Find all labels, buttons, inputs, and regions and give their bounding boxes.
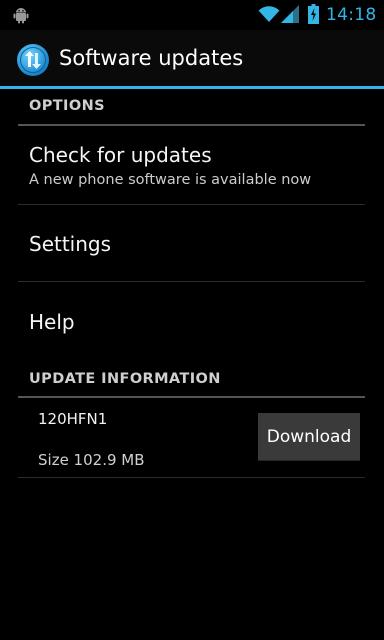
- help-item[interactable]: Help: [0, 282, 384, 362]
- settings-item[interactable]: Settings: [0, 205, 384, 281]
- check-for-updates-item[interactable]: Check for updates A new phone software i…: [0, 126, 384, 204]
- check-for-updates-title: Check for updates: [29, 143, 212, 167]
- help-title: Help: [29, 310, 75, 334]
- battery-charging-icon: [308, 4, 319, 24]
- download-button[interactable]: Download: [258, 413, 360, 461]
- status-bar: 14:18: [0, 0, 384, 30]
- page-title: Software updates: [59, 46, 244, 70]
- android-debug-icon: [13, 8, 29, 24]
- update-information-header: UPDATE INFORMATION: [29, 371, 221, 387]
- software-update-logo-icon[interactable]: [16, 43, 50, 77]
- screen: 14:18 Software updates OPTIONS Check for…: [0, 0, 384, 640]
- action-bar-divider: [0, 86, 384, 89]
- wifi-icon: [258, 6, 280, 22]
- action-bar: Software updates: [0, 30, 384, 86]
- update-name: 120HFN1: [38, 410, 108, 428]
- check-for-updates-summary: A new phone software is available now: [29, 172, 312, 188]
- signal-icon: [281, 5, 299, 23]
- list-divider: [18, 477, 365, 478]
- status-time: 14:18: [326, 5, 377, 25]
- update-size: Size 102.9 MB: [38, 451, 145, 469]
- options-header: OPTIONS: [29, 98, 105, 114]
- settings-title: Settings: [29, 232, 112, 256]
